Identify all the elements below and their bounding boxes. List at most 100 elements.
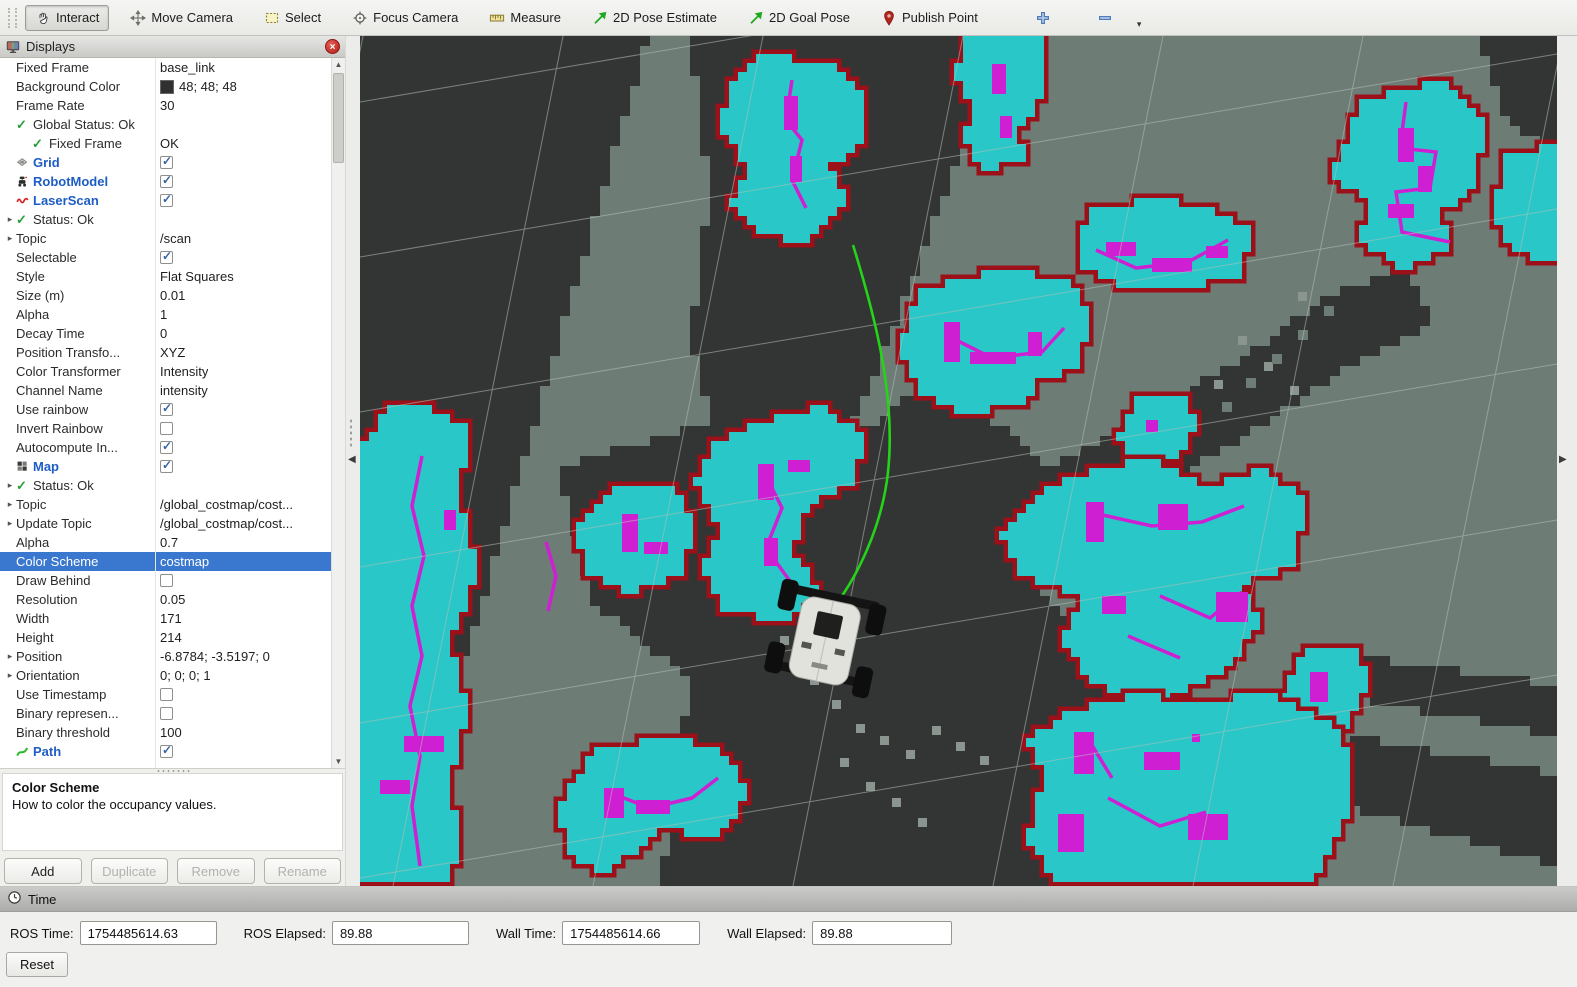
property-value[interactable]: costmap bbox=[160, 554, 209, 569]
scroll-down-icon[interactable]: ▼ bbox=[332, 755, 345, 768]
collapse-left-icon[interactable]: ◀ bbox=[348, 454, 356, 465]
property-value[interactable]: 171 bbox=[160, 611, 182, 626]
tree-row-laserscan[interactable]: LaserScan✓ bbox=[0, 191, 345, 210]
tree-row-fixed-frame[interactable]: Fixed Framebase_link bbox=[0, 58, 345, 77]
tree-row-position-transfo[interactable]: Position Transfo...XYZ bbox=[0, 343, 345, 362]
toolbar-button-remove-tool[interactable] bbox=[1087, 5, 1123, 31]
displays-panel-header[interactable]: Displays × bbox=[0, 36, 345, 58]
tree-row-invert-rainbow[interactable]: Invert Rainbow bbox=[0, 419, 345, 438]
property-value[interactable]: /global_costmap/cost... bbox=[160, 497, 293, 512]
tree-row-alpha[interactable]: Alpha1 bbox=[0, 305, 345, 324]
property-value[interactable]: 0.01 bbox=[160, 288, 185, 303]
checkbox-laserscan[interactable]: ✓ bbox=[160, 194, 173, 207]
tree-row-map[interactable]: Map✓ bbox=[0, 457, 345, 476]
right-panel-splitter[interactable]: ▶ bbox=[1557, 36, 1577, 886]
tree-row-status-ok[interactable]: ▸✓Status: Ok bbox=[0, 210, 345, 229]
checkbox-autocompute-in[interactable]: ✓ bbox=[160, 441, 173, 454]
add-button[interactable]: Add bbox=[4, 858, 82, 884]
toolbar-button-add-tool[interactable] bbox=[1025, 5, 1061, 31]
tree-row-topic[interactable]: ▸Topic/scan bbox=[0, 229, 345, 248]
property-value[interactable]: 0.05 bbox=[160, 592, 185, 607]
ros-time-input[interactable] bbox=[80, 921, 217, 945]
toolbar-button-2d-goal-pose[interactable]: 2D Goal Pose bbox=[738, 5, 860, 31]
property-value[interactable]: -6.8784; -3.5197; 0 bbox=[160, 649, 270, 664]
toolbar-button-2d-pose-estimate[interactable]: 2D Pose Estimate bbox=[582, 5, 727, 31]
property-value[interactable]: /global_costmap/cost... bbox=[160, 516, 293, 531]
checkbox-binary-represen[interactable] bbox=[160, 707, 173, 720]
checkbox-selectable[interactable]: ✓ bbox=[160, 251, 173, 264]
checkbox-robotmodel[interactable]: ✓ bbox=[160, 175, 173, 188]
expand-arrow-icon[interactable]: ▸ bbox=[4, 518, 16, 529]
color-swatch[interactable] bbox=[160, 80, 174, 94]
property-value[interactable]: base_link bbox=[160, 60, 215, 75]
tree-row-frame-rate[interactable]: Frame Rate30 bbox=[0, 96, 345, 115]
tree-row-binary-threshold[interactable]: Binary threshold100 bbox=[0, 723, 345, 742]
tree-row-robotmodel[interactable]: RobotModel✓ bbox=[0, 172, 345, 191]
tree-row-position[interactable]: ▸Position-6.8784; -3.5197; 0 bbox=[0, 647, 345, 666]
checkbox-draw-behind[interactable] bbox=[160, 574, 173, 587]
toolbar-button-publish-point[interactable]: Publish Point bbox=[871, 5, 988, 31]
toolbar-button-interact[interactable]: Interact bbox=[25, 5, 109, 31]
tree-row-width[interactable]: Width171 bbox=[0, 609, 345, 628]
tree-row-draw-behind[interactable]: Draw Behind bbox=[0, 571, 345, 590]
tree-row-update-topic[interactable]: ▸Update Topic/global_costmap/cost... bbox=[0, 514, 345, 533]
3d-viewport[interactable] bbox=[360, 36, 1557, 886]
expand-arrow-icon[interactable]: ▸ bbox=[4, 233, 16, 244]
tree-row-topic[interactable]: ▸Topic/global_costmap/cost... bbox=[0, 495, 345, 514]
tree-row-grid[interactable]: Grid✓ bbox=[0, 153, 345, 172]
expand-arrow-icon[interactable]: ▸ bbox=[4, 480, 16, 491]
tree-row-use-rainbow[interactable]: Use rainbow✓ bbox=[0, 400, 345, 419]
tree-row-height[interactable]: Height214 bbox=[0, 628, 345, 647]
toolbar-button-focus-camera[interactable]: Focus Camera bbox=[342, 5, 468, 31]
tree-row-selectable[interactable]: Selectable✓ bbox=[0, 248, 345, 267]
checkbox-use-timestamp[interactable] bbox=[160, 688, 173, 701]
tree-row-resolution[interactable]: Resolution0.05 bbox=[0, 590, 345, 609]
toolbar-button-move-camera[interactable]: Move Camera bbox=[120, 5, 243, 31]
checkbox-path[interactable]: ✓ bbox=[160, 745, 173, 758]
column-divider[interactable] bbox=[155, 58, 156, 768]
toolbar-button-select[interactable]: Select bbox=[254, 5, 331, 31]
property-value[interactable]: Flat Squares bbox=[160, 269, 234, 284]
tree-row-style[interactable]: StyleFlat Squares bbox=[0, 267, 345, 286]
splitter-grip[interactable] bbox=[349, 418, 353, 448]
reset-button[interactable]: Reset bbox=[6, 952, 68, 977]
property-value[interactable]: /scan bbox=[160, 231, 191, 246]
property-value[interactable]: 0; 0; 0; 1 bbox=[160, 668, 211, 683]
property-value[interactable]: 30 bbox=[160, 98, 174, 113]
wall-time-input[interactable] bbox=[562, 921, 700, 945]
property-value[interactable]: 0.7 bbox=[160, 535, 178, 550]
tree-row-global-status-ok[interactable]: ✓Global Status: Ok bbox=[0, 115, 345, 134]
expand-arrow-icon[interactable]: ▸ bbox=[4, 214, 16, 225]
property-value[interactable]: 0 bbox=[160, 326, 167, 341]
property-value[interactable]: OK bbox=[160, 136, 179, 151]
scrollbar-thumb[interactable] bbox=[333, 73, 344, 163]
tree-row-color-transformer[interactable]: Color TransformerIntensity bbox=[0, 362, 345, 381]
ros-elapsed-input[interactable] bbox=[332, 921, 469, 945]
expand-right-icon[interactable]: ▶ bbox=[1559, 454, 1567, 465]
tree-row-color-scheme[interactable]: Color Schemecostmap bbox=[0, 552, 345, 571]
tree-row-orientation[interactable]: ▸Orientation0; 0; 0; 1 bbox=[0, 666, 345, 685]
tree-row-alpha[interactable]: Alpha0.7 bbox=[0, 533, 345, 552]
checkbox-invert-rainbow[interactable] bbox=[160, 422, 173, 435]
tree-row-fixed-frame[interactable]: ✓Fixed FrameOK bbox=[0, 134, 345, 153]
tree-row-channel-name[interactable]: Channel Nameintensity bbox=[0, 381, 345, 400]
toolbar-drag-handle[interactable] bbox=[8, 8, 17, 28]
tree-row-autocompute-in[interactable]: Autocompute In...✓ bbox=[0, 438, 345, 457]
scroll-up-icon[interactable]: ▲ bbox=[332, 58, 345, 71]
checkbox-map[interactable]: ✓ bbox=[160, 460, 173, 473]
close-icon[interactable]: × bbox=[325, 39, 340, 54]
expand-arrow-icon[interactable]: ▸ bbox=[4, 651, 16, 662]
expand-arrow-icon[interactable]: ▸ bbox=[4, 670, 16, 681]
checkbox-use-rainbow[interactable]: ✓ bbox=[160, 403, 173, 416]
property-value[interactable]: 1 bbox=[160, 307, 167, 322]
tree-row-background-color[interactable]: Background Color48; 48; 48 bbox=[0, 77, 345, 96]
wall-elapsed-input[interactable] bbox=[812, 921, 952, 945]
left-panel-splitter[interactable]: ◀ bbox=[345, 36, 360, 886]
checkbox-grid[interactable]: ✓ bbox=[160, 156, 173, 169]
tree-row-size-m[interactable]: Size (m)0.01 bbox=[0, 286, 345, 305]
property-value[interactable]: 48; 48; 48 bbox=[179, 79, 237, 94]
tree-row-decay-time[interactable]: Decay Time0 bbox=[0, 324, 345, 343]
expand-arrow-icon[interactable]: ▸ bbox=[4, 499, 16, 510]
property-value[interactable]: Intensity bbox=[160, 364, 208, 379]
tree-row-path[interactable]: Path✓ bbox=[0, 742, 345, 761]
